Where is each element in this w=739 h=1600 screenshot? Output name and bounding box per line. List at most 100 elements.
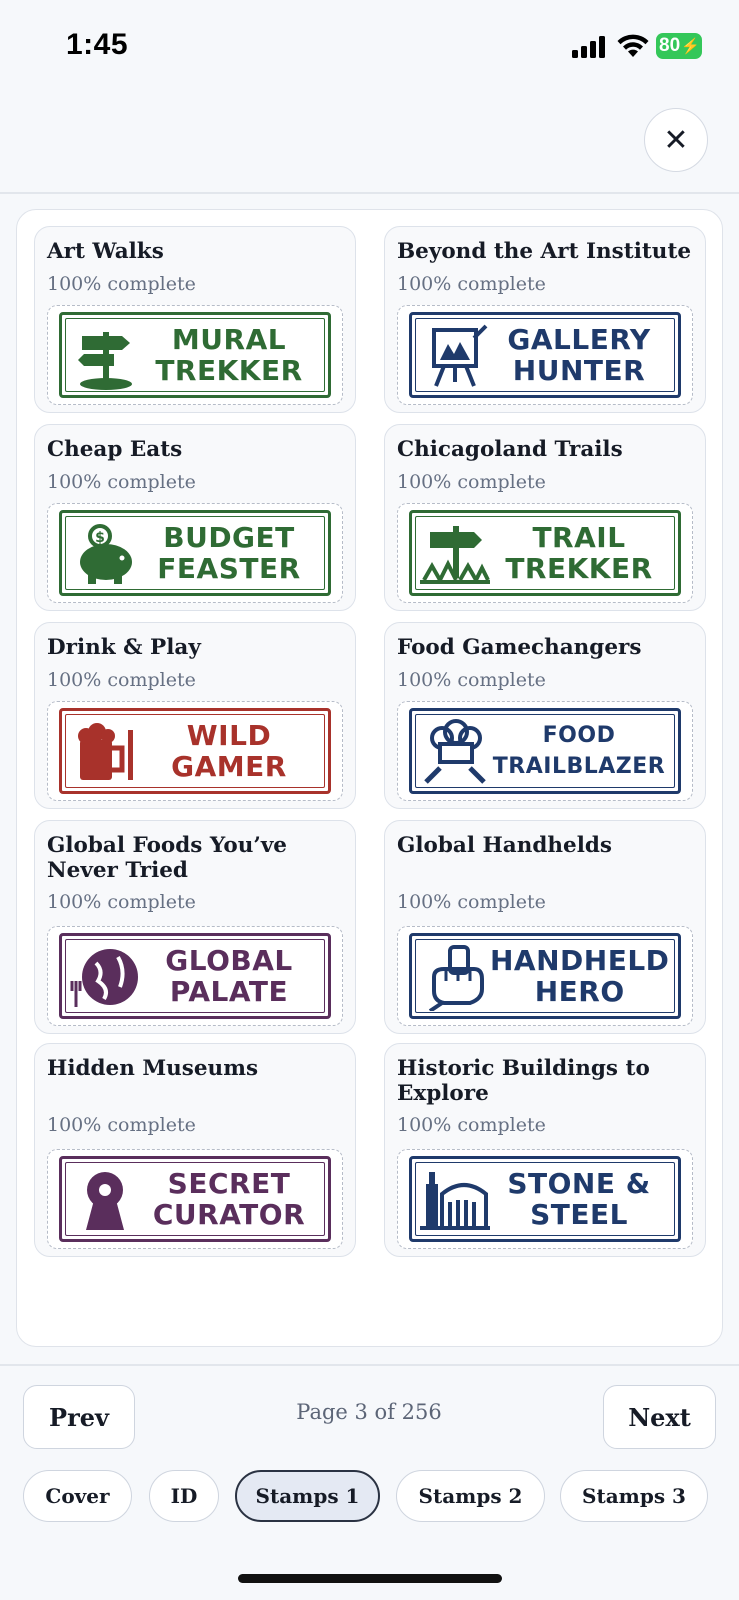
stamp-card[interactable]: Hidden Museums 100% complete SECRET CURA… — [34, 1043, 356, 1257]
stamp-text: GALLERY HUNTER — [490, 324, 668, 386]
stamp-text-line1: HANDHELD — [490, 943, 670, 977]
stamp-badge: TRAIL TREKKER — [409, 509, 681, 596]
stamp-badge: HANDHELD HERO — [409, 932, 681, 1019]
stamp-progress: 100% complete — [397, 1114, 546, 1136]
stamp-frame: STONE & STEEL — [397, 1148, 693, 1249]
tab-id[interactable]: ID — [149, 1470, 219, 1522]
stamp-badge: MURAL TREKKER — [59, 311, 331, 398]
stamp-frame: HANDHELD HERO — [397, 925, 693, 1026]
stamp-text: STONE & STEEL — [490, 1168, 668, 1230]
stamp-frame: SECRET CURATOR — [47, 1148, 343, 1249]
stamp-title: Historic Buildings to Explore — [397, 1056, 650, 1106]
stamp-frame: $ BUDGET FEASTER — [47, 502, 343, 603]
stamp-card[interactable]: Food Gamechangers 100% complete FOOD TRA… — [384, 622, 706, 809]
stamp-text: TRAIL TREKKER — [490, 522, 668, 584]
charging-bolt-icon: ⚡ — [681, 38, 700, 55]
tab-stamps-3[interactable]: Stamps 3 — [560, 1470, 708, 1522]
stamp-text: BUDGET FEASTER — [140, 522, 318, 584]
piggy-bank-icon: $ — [80, 523, 132, 584]
stamp-text-line1: TRAIL — [532, 520, 626, 554]
stamp-text-line2: HUNTER — [512, 353, 646, 387]
stamp-text-line2: STEEL — [530, 1197, 628, 1231]
stamp-text-line1: GLOBAL — [165, 943, 293, 977]
stamp-card[interactable]: Global Handhelds 100% complete HANDHELD … — [384, 820, 706, 1034]
fist-icon — [428, 944, 484, 1011]
stamp-text-line1: BUDGET — [163, 520, 295, 554]
wifi-icon — [617, 34, 649, 57]
stamp-text-line2: TREKKER — [155, 353, 303, 387]
stamp-card[interactable]: Chicagoland Trails 100% complete TRAIL T… — [384, 424, 706, 611]
stamp-text: FOOD TRAILBLAZER — [490, 720, 668, 782]
cellular-signal-icon — [572, 36, 605, 58]
svg-text:$: $ — [95, 530, 105, 546]
stamp-book-page: Art Walks 100% complete MURAL TREKKER Be… — [16, 209, 723, 1347]
close-icon: ✕ — [663, 122, 689, 158]
stamp-frame: GALLERY HUNTER — [397, 304, 693, 405]
battery-indicator: 80⚡ — [656, 33, 702, 59]
stamp-title: Chicagoland Trails — [397, 437, 623, 462]
header-divider — [0, 192, 739, 194]
stamp-text-line1: GALLERY — [507, 322, 651, 356]
stamp-progress: 100% complete — [397, 471, 546, 493]
tab-stamps-2[interactable]: Stamps 2 — [396, 1470, 545, 1522]
trail-sign-icon — [420, 525, 490, 584]
stamp-frame: WILD GAMER — [47, 700, 343, 801]
stamp-title: Art Walks — [47, 239, 164, 264]
beer-mug-icon — [78, 722, 133, 780]
stamp-card[interactable]: Cheap Eats 100% complete $ BUDGET FEASTE… — [34, 424, 356, 611]
stamp-badge: GLOBAL PALATE — [59, 932, 331, 1019]
stamp-text-line2: FEASTER — [157, 551, 301, 585]
stamp-badge: GALLERY HUNTER — [409, 311, 681, 398]
stamp-title: Cheap Eats — [47, 437, 183, 462]
tab-stamps-1[interactable]: Stamps 1 — [235, 1470, 380, 1522]
next-page-button[interactable]: Next — [603, 1385, 716, 1449]
status-time: 1:45 — [66, 28, 129, 61]
stamp-title: Drink & Play — [47, 635, 201, 660]
stamp-progress: 100% complete — [47, 471, 196, 493]
stamp-text-line2: TREKKER — [505, 551, 653, 585]
stamp-card[interactable]: Beyond the Art Institute 100% complete G… — [384, 226, 706, 413]
stamp-card[interactable]: Art Walks 100% complete MURAL TREKKER — [34, 226, 356, 413]
stamp-text-line2: CURATOR — [152, 1197, 306, 1231]
stamp-progress: 100% complete — [47, 273, 196, 295]
stamp-text-line2: TRAILBLAZER — [492, 753, 666, 779]
stamp-title: Hidden Museums — [47, 1056, 259, 1081]
skyline-icon — [420, 1171, 490, 1230]
stamp-progress: 100% complete — [47, 1114, 196, 1136]
stamp-text-line1: SECRET — [167, 1166, 291, 1200]
stamp-text: GLOBAL PALATE — [140, 945, 318, 1007]
stamp-badge: STONE & STEEL — [409, 1155, 681, 1242]
stamp-title: Beyond the Art Institute — [397, 239, 692, 264]
stamp-badge: WILD GAMER — [59, 707, 331, 794]
stamp-text-line2: GAMER — [171, 749, 287, 783]
stamp-text: SECRET CURATOR — [140, 1168, 318, 1230]
tab-cover[interactable]: Cover — [23, 1470, 132, 1522]
globe-icon — [70, 948, 138, 1007]
home-indicator — [238, 1574, 502, 1583]
page-indicator: Page 3 of 256 — [296, 1400, 442, 1424]
stamp-frame: GLOBAL PALATE — [47, 925, 343, 1026]
stamp-progress: 100% complete — [397, 891, 546, 913]
stamp-frame: FOOD TRAILBLAZER — [397, 700, 693, 801]
stamp-card[interactable]: Global Foods You’ve Never Tried 100% com… — [34, 820, 356, 1034]
stamp-text-line1: STONE & — [507, 1166, 651, 1200]
chef-hat-icon — [424, 718, 486, 784]
stamp-text: HANDHELD HERO — [490, 945, 669, 1007]
stamp-text-line2: PALATE — [169, 974, 289, 1008]
stamp-text-line1: FOOD — [542, 722, 616, 748]
keyhole-icon — [86, 1171, 124, 1230]
battery-level: 80 — [659, 35, 681, 56]
prev-page-button[interactable]: Prev — [23, 1385, 135, 1449]
close-button[interactable]: ✕ — [644, 108, 708, 172]
stamp-title: Food Gamechangers — [397, 635, 642, 660]
easel-icon — [432, 324, 488, 387]
stamp-frame: TRAIL TREKKER — [397, 502, 693, 603]
stamp-badge: $ BUDGET FEASTER — [59, 509, 331, 596]
stamp-card[interactable]: Drink & Play 100% complete WILD GAMER — [34, 622, 356, 809]
stamp-title: Global Foods You’ve Never Tried — [47, 833, 287, 883]
stamp-progress: 100% complete — [397, 669, 546, 691]
stamp-badge: FOOD TRAILBLAZER — [409, 707, 681, 794]
footer-divider — [0, 1364, 739, 1366]
stamp-progress: 100% complete — [397, 273, 546, 295]
stamp-card[interactable]: Historic Buildings to Explore 100% compl… — [384, 1043, 706, 1257]
